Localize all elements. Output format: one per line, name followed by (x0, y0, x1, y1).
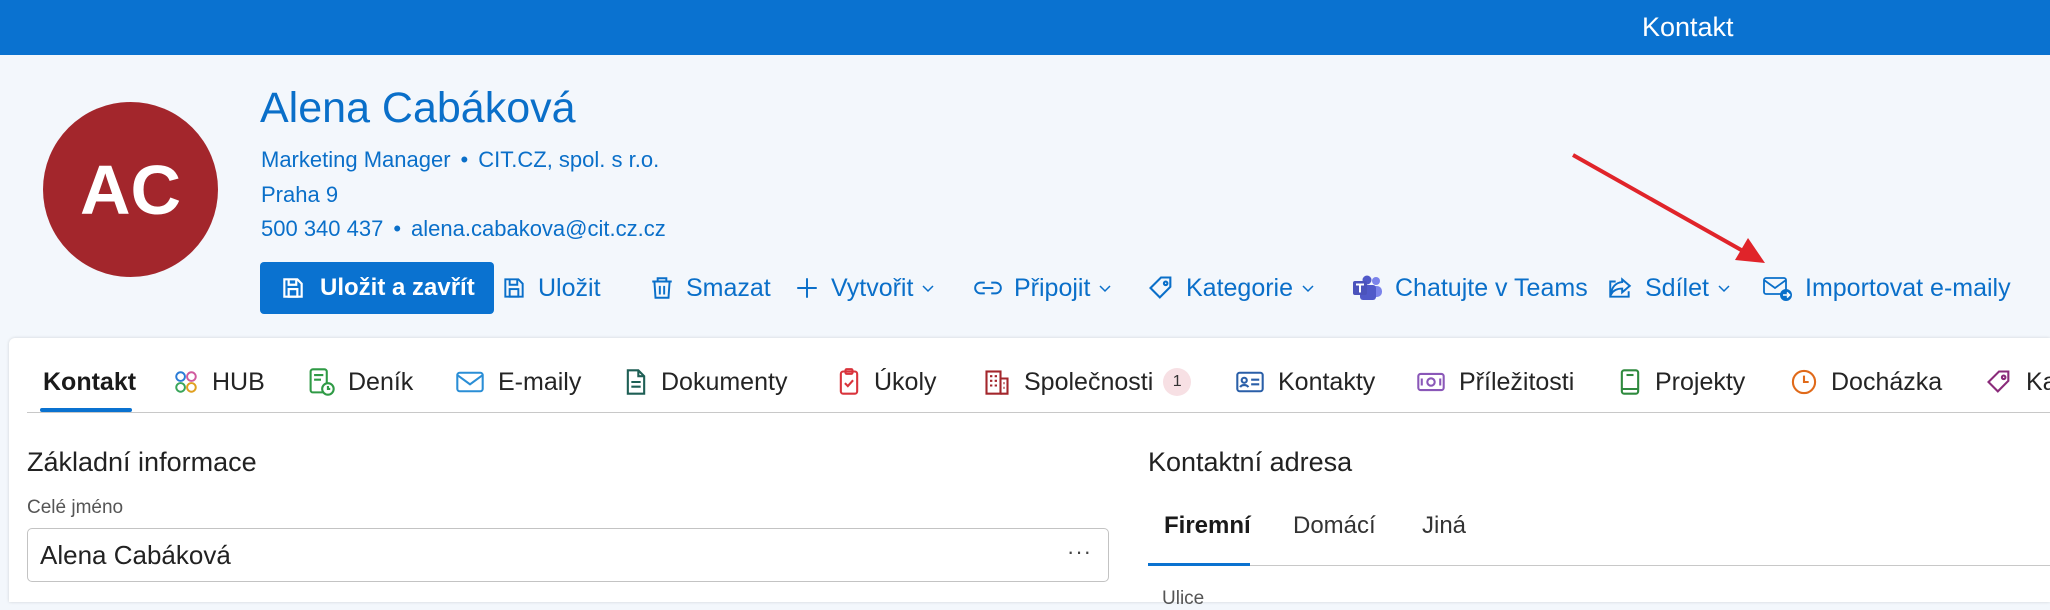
subtabs-divider (1148, 565, 2050, 566)
tabs-divider (27, 412, 2050, 413)
mail-icon (456, 371, 484, 393)
tab-emaily[interactable]: E-maily (455, 360, 581, 404)
project-icon (1620, 369, 1640, 395)
tab-label: Příležitosti (1459, 367, 1575, 396)
street-label: Ulice (1162, 588, 1205, 609)
tab-dokumenty[interactable]: Dokumenty (624, 360, 787, 404)
task-icon (839, 368, 859, 395)
contact-card-icon (1236, 371, 1264, 393)
tab-label: Ka (2026, 367, 2050, 396)
tab-prilezitosti[interactable]: Příležitosti (1416, 360, 1574, 404)
subtab-domaci[interactable]: Domácí (1293, 512, 1376, 540)
tab-label: Docházka (1831, 367, 1943, 396)
tag-icon (1987, 370, 2010, 393)
building-icon (985, 370, 1009, 395)
tab-ukoly[interactable]: Úkoly (837, 360, 937, 404)
full-name-value: Alena Cabáková (40, 539, 231, 570)
tab-label: Kontakt (43, 367, 137, 396)
tab-spolecnosti[interactable]: Společnosti 1 (983, 360, 1192, 404)
basic-info-title: Základní informace (27, 447, 257, 477)
money-icon (1417, 372, 1445, 392)
tab-kategorie[interactable]: Ka (1985, 360, 2050, 404)
subtab-jina[interactable]: Jiná (1422, 512, 1466, 540)
tab-label: Projekty (1655, 367, 1746, 396)
tab-label: Dokumenty (661, 367, 788, 396)
tab-kontakty[interactable]: Kontakty (1235, 360, 1375, 404)
active-subtab-indicator (1148, 563, 1250, 566)
address-title: Kontaktní adresa (1148, 447, 1353, 477)
subtab-firemni[interactable]: Firemní (1164, 512, 1251, 540)
tab-projekty[interactable]: Projekty (1618, 360, 1745, 404)
journal-icon (309, 368, 335, 396)
tab-label: Společnosti (1024, 367, 1154, 396)
tab-label: Kontakty (1278, 367, 1376, 396)
clock-icon (1791, 369, 1817, 395)
hub-icon (175, 371, 197, 393)
tab-kontakt[interactable]: Kontakt (43, 360, 136, 404)
tab-label: Úkoly (874, 367, 937, 396)
full-name-field[interactable]: Alena Cabáková ··· (27, 528, 1109, 582)
document-icon (626, 369, 646, 395)
full-name-label: Celé jméno (27, 497, 124, 518)
tab-dochazka[interactable]: Docházka (1790, 360, 1942, 404)
tab-label: E-maily (498, 367, 582, 396)
count-badge: 1 (1163, 368, 1192, 396)
tab-denik[interactable]: Deník (307, 360, 413, 404)
tab-label: Deník (348, 367, 414, 396)
more-options-button[interactable]: ··· (1067, 539, 1092, 565)
tab-label: HUB (212, 367, 265, 396)
tab-hub[interactable]: HUB (173, 360, 265, 404)
